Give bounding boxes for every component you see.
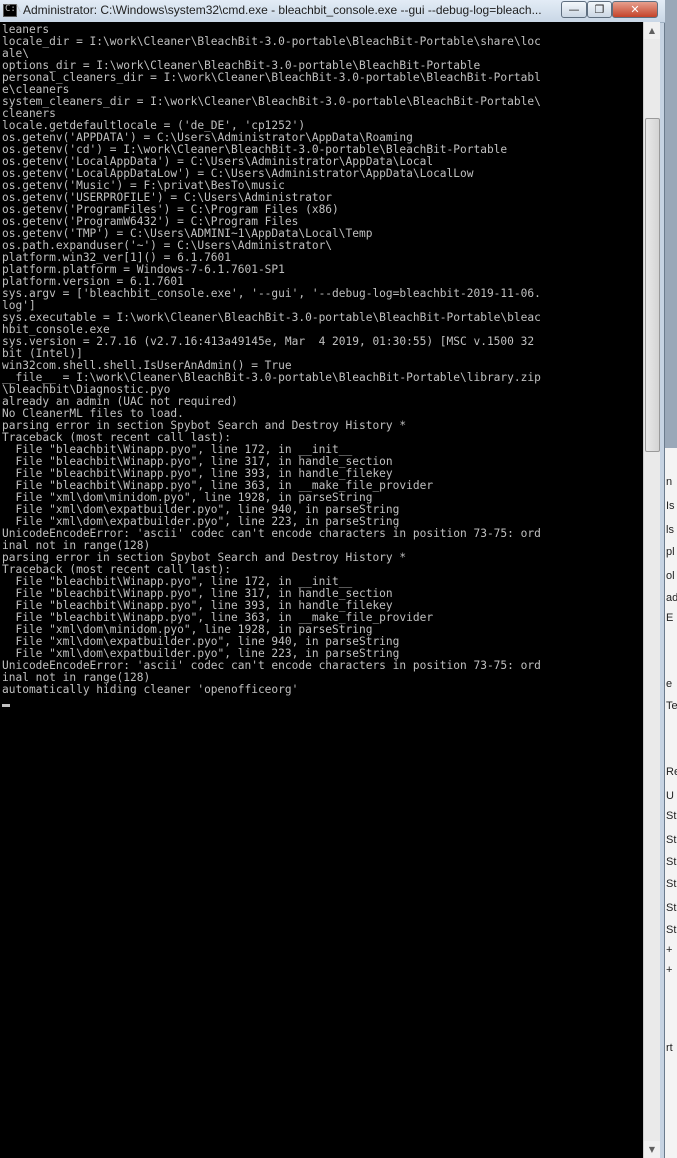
cmd-app-icon[interactable]: C:\: [3, 4, 21, 17]
background-text-fragment: pl: [666, 546, 675, 558]
window-title: Administrator: C:\Windows\system32\cmd.e…: [23, 3, 542, 17]
background-text-fragment: ol: [666, 570, 675, 582]
background-window-border: [665, 0, 677, 448]
scroll-down-icon: ▼: [648, 1145, 656, 1154]
console-line: personal_cleaners_dir = I:\work\Cleaner\…: [2, 71, 541, 84]
background-text-fragment: ad: [666, 592, 677, 604]
scroll-down-button[interactable]: ▼: [644, 1141, 660, 1158]
cmd-app-icon-glyph: C:\: [5, 4, 22, 14]
console-output[interactable]: leaners locale_dir = I:\work\Cleaner\Ble…: [0, 22, 643, 1158]
background-text-fragment: St: [666, 856, 677, 868]
minimize-icon: —: [568, 3, 580, 16]
vertical-scrollbar[interactable]: ▲ ▼: [643, 22, 660, 1158]
restore-icon: ❐: [594, 3, 605, 16]
text-cursor: [2, 704, 10, 707]
scroll-up-icon: ▲: [648, 26, 656, 35]
scroll-up-button[interactable]: ▲: [644, 22, 660, 39]
background-text-fragment: St: [666, 878, 677, 890]
background-text-fragment: rt: [666, 1042, 673, 1054]
background-window: n Is ls pl ol ad Ee Te Re U St St St St St St + + rt: [665, 0, 677, 1158]
close-icon: ✕: [630, 3, 640, 16]
console-line: locale_dir = I:\work\Cleaner\BleachBit-3…: [2, 35, 541, 48]
console-line: sys.argv = ['bleachbit_console.exe', '--…: [2, 287, 541, 300]
background-text-fragment: +: [666, 964, 673, 976]
background-text-fragment: St: [666, 834, 677, 846]
scrollbar-thumb[interactable]: [645, 118, 660, 452]
maximize-button[interactable]: ❐: [587, 1, 612, 18]
background-text-fragment: +: [666, 944, 673, 956]
background-text-fragment: ls: [666, 524, 674, 536]
background-text-fragment: St: [666, 902, 677, 914]
console-text: leaners locale_dir = I:\work\Cleaner\Ble…: [0, 22, 643, 696]
background-text-fragment: Is: [666, 500, 675, 512]
console-line: automatically hiding cleaner 'openoffice…: [2, 683, 299, 696]
minimize-button[interactable]: —: [561, 1, 587, 18]
background-text-fragment: Re: [666, 766, 677, 778]
background-text-fragment: St: [666, 810, 677, 822]
title-bar[interactable]: C:\ Administrator: C:\Windows\system32\c…: [0, 0, 665, 23]
background-text-fragment: E: [666, 612, 674, 624]
background-text-fragment: Te: [666, 700, 677, 712]
console-line: system_cleaners_dir = I:\work\Cleaner\Bl…: [2, 95, 541, 108]
background-text-fragment: e: [666, 678, 673, 690]
background-text-fragment: St: [666, 924, 677, 936]
cmd-window: C:\ Administrator: C:\Windows\system32\c…: [0, 0, 665, 1158]
background-text-fragment: U: [666, 790, 674, 802]
close-button[interactable]: ✕: [612, 1, 658, 18]
background-text-fragment: n: [666, 476, 673, 488]
